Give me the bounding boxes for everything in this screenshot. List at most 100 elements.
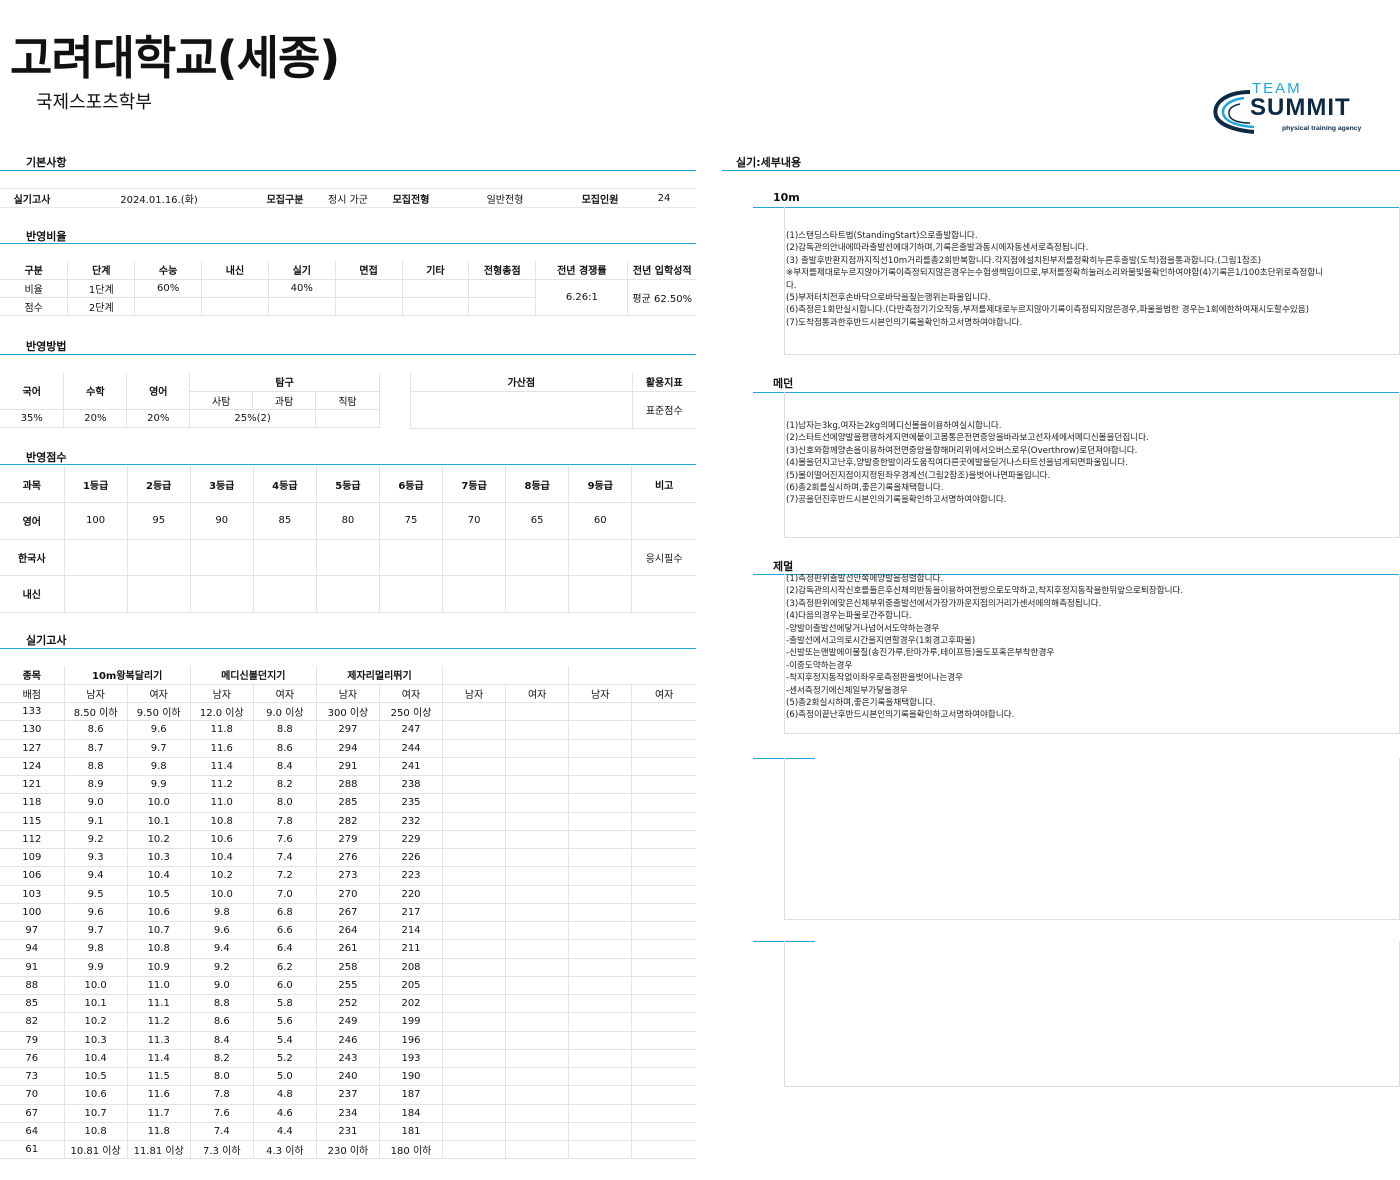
exam-cell: 8.4 <box>253 757 317 777</box>
score-table: 과목 1등급 2등급 3등급 4등급 5등급 6등급 7등급 8등급 9등급 비고 영어 100 95 9… <box>0 466 696 613</box>
exam-empty-cell <box>442 775 507 795</box>
exam-cell: 205 <box>379 976 444 996</box>
detail-line: 다. <box>786 280 797 291</box>
exam-empty-cell <box>505 1104 570 1123</box>
exam-cell: 10.0 <box>190 885 254 904</box>
exam-cell: 181 <box>379 1122 444 1142</box>
exam-empty-cell <box>631 903 696 923</box>
exam-cell: 103 <box>0 885 65 904</box>
exam-cell: 11.1 <box>127 994 191 1014</box>
exam-cell: 73 <box>0 1067 65 1087</box>
table-row: 118 9.0 10.0 11.0 8.0 285 235 <box>0 793 696 813</box>
score-history-cell: 한국사 <box>0 539 65 576</box>
exam-cell: 70 <box>0 1085 65 1105</box>
exam-empty-cell <box>568 812 633 831</box>
exam-event-empty <box>568 666 696 685</box>
exam-cell: 10.9 <box>127 958 191 977</box>
exam-empty-cell <box>631 720 696 740</box>
exam-empty-cell <box>505 757 570 777</box>
exam-cell: 7.0 <box>253 885 317 904</box>
exam-empty-cell <box>505 921 570 941</box>
exam-cell: 10.0 <box>127 793 191 813</box>
exam-cell: 10.8 <box>190 812 254 831</box>
detail-line: -센서측정기에신체일부가닿을경우 <box>786 685 908 696</box>
exam-cell: 9.0 이상 <box>253 702 317 722</box>
exam-event-label: 종목 <box>0 666 65 685</box>
score-history-cell <box>127 539 191 576</box>
detail-line: (1)남자는3kg,여자는2kg의메디신볼을이용하여실시합니다. <box>786 421 1002 431</box>
exam-cell: 196 <box>379 1031 444 1050</box>
exam-cell: 7.2 <box>253 866 317 886</box>
score-english-cell: 70 <box>442 502 507 540</box>
exam-cell: 9.5 <box>64 885 128 904</box>
section-divider <box>0 170 696 171</box>
ratio-row2-cell: 2단계 <box>67 297 136 316</box>
method-sub-vocational: 직탐 <box>315 391 380 410</box>
detail-line: (5)총2회실시하며,좋은기록을채택합니다. <box>786 698 936 709</box>
score-history-cell <box>442 539 507 576</box>
ratio-row2-cell: 점수 <box>0 297 69 316</box>
exam-empty-cell <box>505 1031 570 1050</box>
exam-empty-cell <box>568 702 633 722</box>
logo-graphic: TEAM SUMMIT physical training agency <box>1213 80 1362 134</box>
score-gpa-cell <box>631 575 696 613</box>
score-gpa-cell <box>442 575 507 613</box>
exam-cell: 79 <box>0 1031 65 1050</box>
exam-event-header: 메디신볼던지기 <box>190 666 317 685</box>
score-english-cell: 영어 <box>0 502 65 540</box>
method-sub-social: 사탐 <box>189 391 254 410</box>
score-history-cell <box>316 539 380 576</box>
detail-text-long-jump: (1)측정판위출발선안쪽에양발을정렬합니다. (2)감독관의시작신호를들은후신체의… <box>786 573 1398 722</box>
exam-cell: 94 <box>0 939 65 959</box>
exam-empty-cell <box>505 830 570 850</box>
exam-empty-cell <box>631 739 696 758</box>
exam-cell: 8.2 <box>253 775 317 795</box>
exam-empty-cell <box>568 757 633 777</box>
exam-cell: 247 <box>379 720 444 740</box>
exam-event-header: 10m왕복달리기 <box>64 666 191 685</box>
ratio-header-cell: 전년 입학성적 <box>627 261 696 280</box>
score-history-cell <box>253 539 317 576</box>
exam-cell: 9.8 <box>190 903 254 923</box>
exam-cell: 7.6 <box>253 830 317 850</box>
exam-cell: 6.6 <box>253 921 317 941</box>
detail-line: (4)볼을던지고난후,양발중한발이라도움직여다른곳에발을딛거나스타트선을넘게되면… <box>786 458 1128 469</box>
exam-cell: 270 <box>316 885 380 904</box>
exam-empty-cell <box>631 921 696 941</box>
detail-line: (2)감독관의안내에따라출발선에대기하며,기록은출발과동시에자동센서로측정됩니다… <box>786 243 1089 254</box>
section-exam-title: 실기고사 <box>26 634 67 647</box>
detail-line: ※부저를제대로누르지않아기록이측정되지않은경우는수험생책임이므로,부저를정확히눌… <box>786 268 1324 279</box>
basic-exam-date: 2024.01.16.(화) <box>64 188 254 208</box>
exam-cell: 7.8 <box>253 812 317 831</box>
method-table: 국어 수학 영어 탐구 사탐 과탐 직탐 35% 20% 20% 25%(2) <box>0 373 380 428</box>
exam-cell: 187 <box>379 1085 444 1105</box>
score-gpa-cell <box>568 575 633 613</box>
exam-cell: 244 <box>379 739 444 758</box>
exam-cell: 10.6 <box>190 830 254 850</box>
score-headers-cell: 비고 <box>631 466 696 503</box>
exam-cell: 11.0 <box>127 976 191 996</box>
detail-line: (2)감독관의시작신호를들은후신체의반동을이용하여전방으로도약하고,착지후정지동… <box>786 586 1184 597</box>
method-value-korean: 35% <box>0 409 65 428</box>
exam-cell: 243 <box>316 1049 380 1069</box>
score-headers-cell: 5등급 <box>316 466 380 503</box>
detail-line: (2)스타트선에양발을평행하게지면에붙이고몸통은전면중앙을바라보고선자세에서메디… <box>786 433 1149 444</box>
exam-cell: 130 <box>0 720 65 740</box>
score-headers-cell: 1등급 <box>64 466 128 503</box>
exam-cell: 8.7 <box>64 739 128 758</box>
exam-cell: 9.8 <box>127 757 191 777</box>
exam-cell: 10.5 <box>64 1067 128 1087</box>
exam-cell: 232 <box>379 812 444 831</box>
detail-line: -양발이출발선에닿거나넘어서도약하는경우 <box>786 623 940 634</box>
exam-empty-cell <box>568 885 633 904</box>
exam-cell: 5.8 <box>253 994 317 1014</box>
exam-empty-cell <box>505 793 570 813</box>
detail-box-empty-1 <box>784 758 1400 920</box>
exam-cell: 7.4 <box>253 848 317 868</box>
exam-cell: 276 <box>316 848 380 868</box>
ratio-row1-cell: 40% <box>268 279 336 298</box>
ratio-table: 구분 단계 수능 내신 실기 면접 기타 전형총점 전년 경쟁률 전년 입학성적 비율 1단계 60%… <box>0 261 696 316</box>
exam-cell: 121 <box>0 775 65 795</box>
detail-line: (3)신호와함께양손을이용하여전면중앙을향해머리위에서오버스로우(Overthr… <box>786 445 1138 456</box>
exam-empty-cell <box>631 939 696 959</box>
